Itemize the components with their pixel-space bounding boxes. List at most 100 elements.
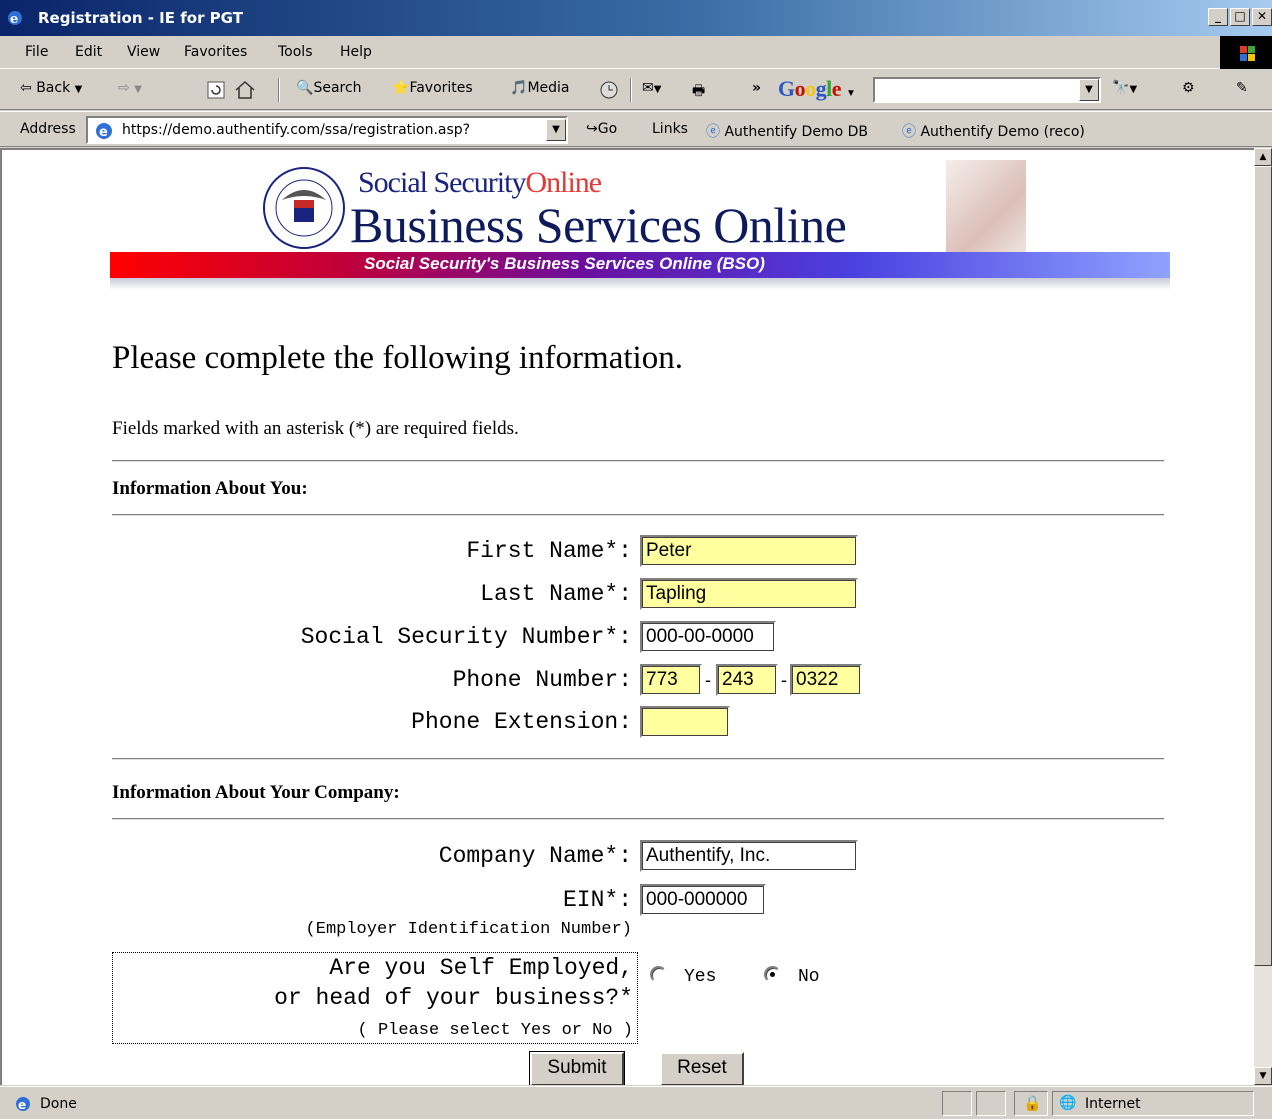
go-button[interactable]: ↪Go bbox=[586, 121, 617, 137]
menu-favorites[interactable]: Favorites bbox=[184, 44, 247, 60]
media-button[interactable]: 🎵Media bbox=[510, 80, 570, 96]
last-name-field[interactable]: Tapling bbox=[640, 578, 858, 610]
toolbar-chevron[interactable]: » bbox=[752, 80, 761, 96]
chevron-down-icon[interactable]: ▼ bbox=[546, 119, 566, 141]
scroll-down-icon[interactable]: ▼ bbox=[1254, 1067, 1272, 1085]
google-logo[interactable]: Google ▼ bbox=[778, 76, 856, 102]
back-button[interactable]: ⇦ Back ▼ bbox=[20, 80, 82, 96]
windows-logo-icon bbox=[1220, 36, 1272, 69]
chevron-down-icon[interactable]: ▼ bbox=[1079, 79, 1099, 101]
history-icon[interactable] bbox=[598, 80, 620, 100]
zone-label: Internet bbox=[1085, 1096, 1141, 1112]
address-bar: Address e https://demo.authentify.com/ss… bbox=[0, 111, 1272, 147]
media-label: Media bbox=[527, 80, 570, 96]
phone-label: Phone Number: bbox=[452, 667, 632, 693]
status-panel-lock: 🔒 bbox=[1014, 1091, 1048, 1116]
google-search-input[interactable]: ▼ bbox=[873, 77, 1101, 103]
mail-button[interactable]: ✉▼ bbox=[642, 80, 661, 96]
minimize-button[interactable]: _ bbox=[1208, 8, 1228, 26]
scroll-up-icon[interactable]: ▲ bbox=[1254, 148, 1272, 166]
ein-label: EIN*: bbox=[562, 887, 632, 913]
window-title: Registration - IE for PGT bbox=[38, 9, 243, 27]
mail-icon: ✉ bbox=[642, 80, 654, 96]
self-employed-line1: Are you Self Employed, bbox=[329, 955, 633, 981]
phone-area-field[interactable]: 773 bbox=[640, 664, 702, 696]
submit-button[interactable]: Submit bbox=[529, 1051, 625, 1085]
section-about-company: Information About Your Company: bbox=[112, 782, 400, 803]
menu-bar: File Edit View Favorites Tools Help bbox=[0, 36, 1272, 69]
link-authentify-demo-reco[interactable]: ⓔ Authentify Demo (reco) bbox=[902, 121, 1085, 141]
company-name-label: Company Name*: bbox=[438, 843, 632, 869]
favorites-icon: ⭐ bbox=[392, 80, 410, 96]
more-icon: ✎ bbox=[1236, 80, 1248, 96]
phone-extension-field[interactable] bbox=[640, 706, 730, 738]
self-employed-yes-radio[interactable] bbox=[650, 966, 667, 983]
scroll-thumb[interactable] bbox=[1254, 166, 1272, 966]
section-about-you: Information About You: bbox=[112, 478, 308, 499]
link-page-icon: ⓔ bbox=[902, 124, 916, 140]
go-arrow-icon: ↪ bbox=[586, 121, 598, 137]
required-note: Fields marked with an asterisk (*) are r… bbox=[112, 418, 519, 439]
no-label: No bbox=[798, 967, 820, 987]
links-label[interactable]: Links bbox=[652, 121, 688, 137]
self-employed-line3: ( Please select Yes or No ) bbox=[357, 1021, 633, 1040]
menu-help[interactable]: Help bbox=[340, 44, 372, 60]
refresh-icon[interactable] bbox=[206, 80, 226, 100]
status-panel-zone: 🌐 Internet bbox=[1052, 1091, 1254, 1116]
close-button[interactable]: ✕ bbox=[1252, 8, 1272, 26]
internet-explorer-icon: e bbox=[8, 11, 22, 27]
phone-prefix-field[interactable]: 243 bbox=[716, 664, 778, 696]
first-name-field[interactable]: Peter bbox=[640, 535, 858, 567]
menu-edit[interactable]: Edit bbox=[75, 44, 102, 60]
address-url: https://demo.authentify.com/ssa/registra… bbox=[122, 122, 471, 138]
banner-strip: Social Security's Business Services Onli… bbox=[110, 252, 1170, 278]
svg-text:e: e bbox=[10, 12, 18, 27]
menu-file[interactable]: File bbox=[25, 44, 48, 60]
vertical-scrollbar[interactable]: ▲ ▼ bbox=[1254, 148, 1272, 1085]
menu-tools[interactable]: Tools bbox=[278, 44, 313, 60]
banner-shadow bbox=[110, 278, 1170, 290]
go-label: Go bbox=[597, 121, 618, 137]
ein-field[interactable]: 000-000000 bbox=[640, 884, 766, 916]
menu-view[interactable]: View bbox=[127, 44, 160, 60]
toolbar-separator bbox=[278, 78, 280, 102]
favorites-button[interactable]: ⭐Favorites bbox=[392, 80, 473, 96]
reset-button[interactable]: Reset bbox=[660, 1052, 744, 1085]
company-name-field[interactable]: Authentify, Inc. bbox=[640, 840, 858, 872]
toolbar-separator bbox=[630, 78, 632, 102]
status-panel bbox=[942, 1091, 972, 1116]
chevron-down-icon: ▼ bbox=[134, 84, 142, 95]
toolbar-extra-button[interactable]: 🔭▼ bbox=[1112, 80, 1137, 96]
home-icon[interactable] bbox=[234, 80, 256, 100]
ssn-field[interactable]: 000-00-0000 bbox=[640, 621, 776, 653]
page-content: Social SecurityOnline Business Services … bbox=[0, 148, 1254, 1085]
print-button[interactable]: 🖶 bbox=[692, 80, 705, 104]
ss-text: Social Security bbox=[358, 166, 526, 199]
forward-arrow-icon: ⇨ bbox=[118, 80, 130, 96]
bso-banner: Social SecurityOnline Business Services … bbox=[110, 160, 1170, 290]
ss-online-logo: Social SecurityOnline bbox=[358, 166, 602, 200]
search-label: Search bbox=[313, 80, 362, 96]
search-button[interactable]: 🔍Search bbox=[296, 80, 362, 96]
forward-button[interactable]: ⇨ ▼ bbox=[118, 80, 142, 96]
back-arrow-icon: ⇦ bbox=[20, 80, 32, 96]
link-authentify-demo-db[interactable]: ⓔ Authentify Demo DB bbox=[706, 121, 868, 141]
self-employed-line2: or head of your business?* bbox=[274, 985, 633, 1011]
toolbar-more-button[interactable]: ✎ bbox=[1236, 80, 1248, 96]
divider bbox=[112, 758, 1164, 760]
ssn-label: Social Security Number*: bbox=[300, 624, 632, 650]
toolbar-options-button[interactable]: ⚙ bbox=[1182, 80, 1195, 96]
phone-line-field[interactable]: 0322 bbox=[790, 664, 862, 696]
banner-strip-text: Social Security's Business Services Onli… bbox=[364, 254, 765, 273]
self-employed-no-radio[interactable] bbox=[764, 966, 781, 983]
ein-note: (Employer Identification Number) bbox=[305, 920, 632, 939]
link-label: Authentify Demo (reco) bbox=[920, 124, 1085, 140]
maximize-button[interactable]: □ bbox=[1230, 8, 1250, 26]
internet-globe-icon: 🌐 bbox=[1059, 1095, 1077, 1111]
radio-selected-dot bbox=[770, 972, 775, 977]
phone-dash: - bbox=[705, 670, 711, 690]
address-input[interactable]: e https://demo.authentify.com/ssa/regist… bbox=[86, 116, 568, 144]
phone-extension-label: Phone Extension: bbox=[411, 709, 632, 735]
chevron-down-icon: ▼ bbox=[74, 84, 83, 95]
last-name-label: Last Name*: bbox=[480, 581, 632, 607]
